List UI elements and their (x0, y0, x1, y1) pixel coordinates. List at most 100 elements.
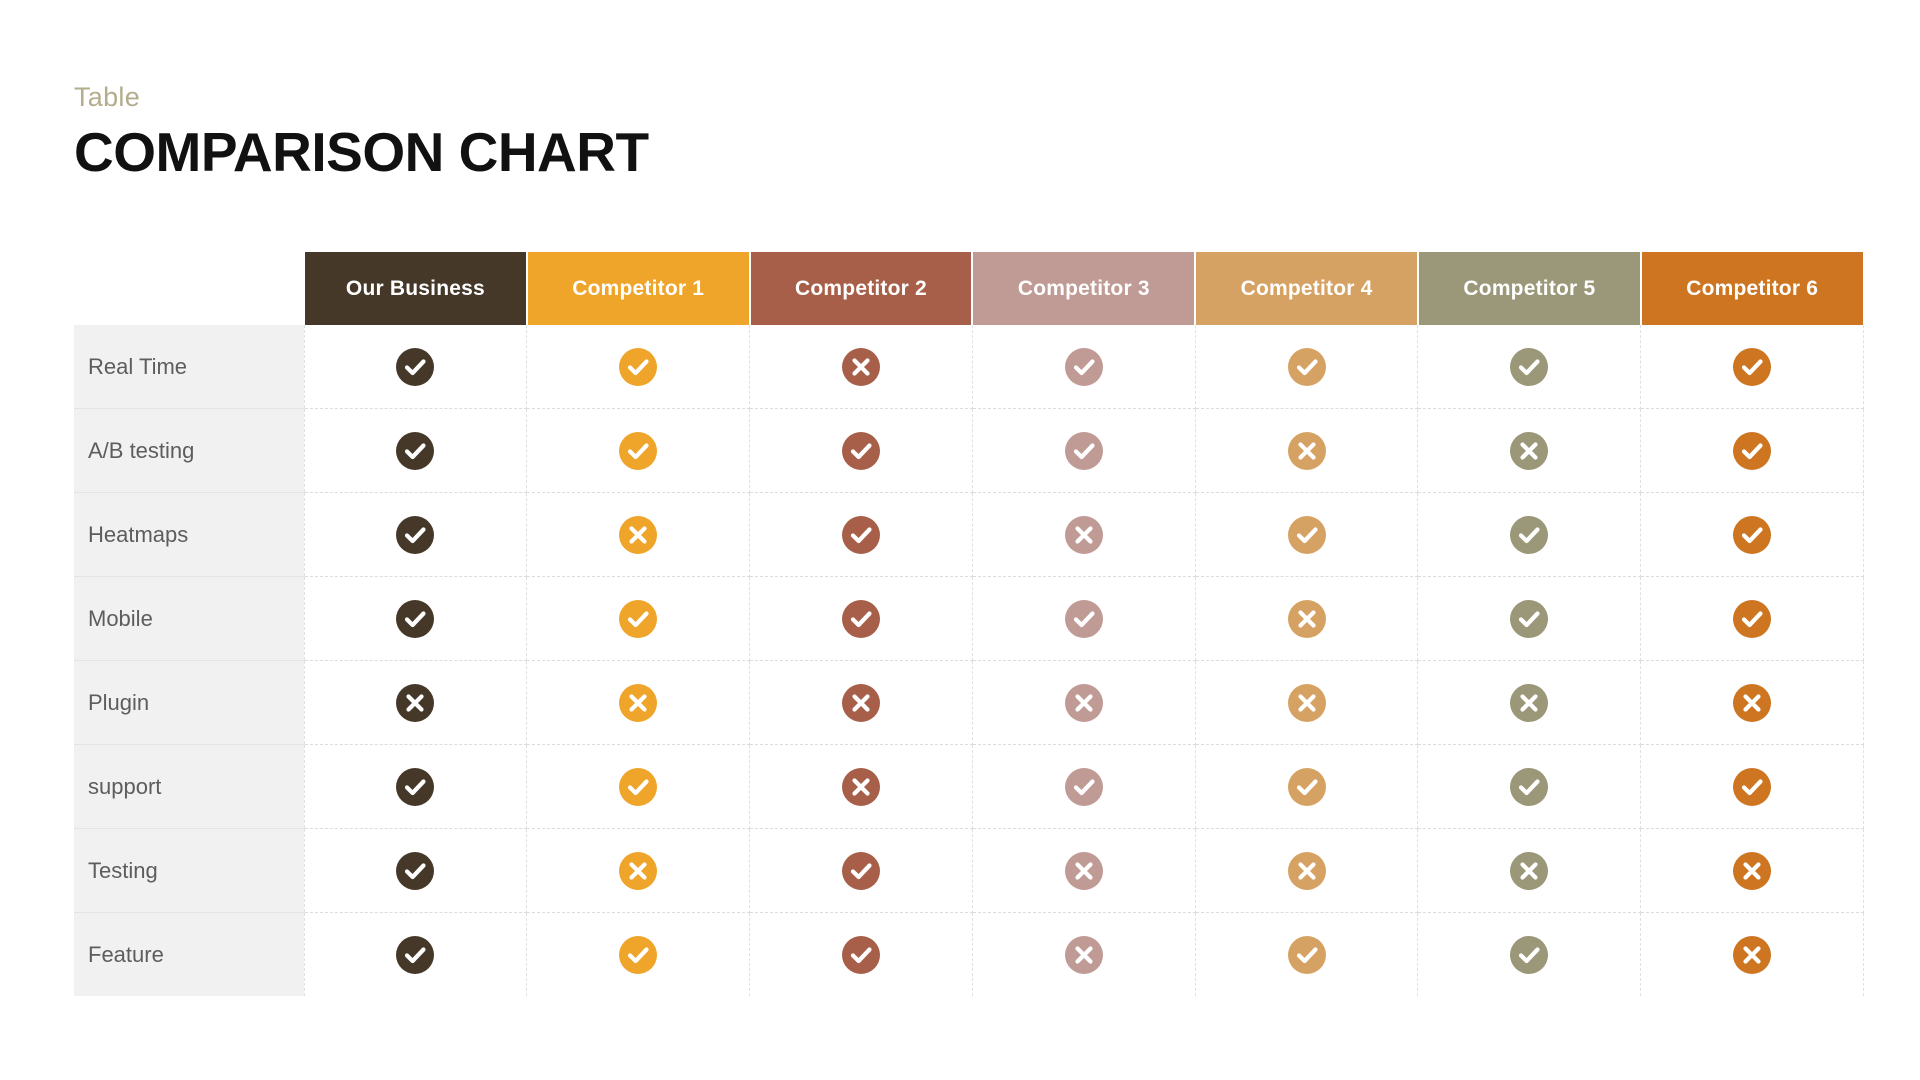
cross-icon (842, 684, 880, 722)
check-icon (1510, 348, 1548, 386)
row-label: Feature (74, 913, 304, 997)
table-cell (527, 745, 750, 829)
table-cell (972, 577, 1195, 661)
cross-icon (1065, 516, 1103, 554)
table-cell (304, 661, 527, 745)
table-cell (750, 577, 973, 661)
table-header: Our BusinessCompetitor 1Competitor 2Comp… (74, 252, 1864, 325)
table-row: Mobile (74, 577, 1864, 661)
table-cell (1641, 577, 1864, 661)
check-icon (396, 516, 434, 554)
table-cell (527, 913, 750, 997)
table-cell (304, 577, 527, 661)
table-cell (1195, 661, 1418, 745)
table-cell (750, 829, 973, 913)
row-label: Real Time (74, 325, 304, 409)
check-icon (1733, 348, 1771, 386)
table-row: support (74, 745, 1864, 829)
table-cell (972, 325, 1195, 409)
check-icon (1510, 768, 1548, 806)
check-icon (1733, 432, 1771, 470)
table-cell (1195, 745, 1418, 829)
check-icon (1288, 768, 1326, 806)
row-label: A/B testing (74, 409, 304, 493)
check-icon (619, 768, 657, 806)
check-icon (842, 516, 880, 554)
check-icon (1733, 516, 1771, 554)
table-cell (527, 325, 750, 409)
column-header-competitor-2: Competitor 2 (750, 252, 973, 325)
table-row: Feature (74, 913, 1864, 997)
check-icon (842, 600, 880, 638)
table-cell (1418, 745, 1641, 829)
column-header-our-business: Our Business (304, 252, 527, 325)
table-cell (304, 829, 527, 913)
check-icon (396, 936, 434, 974)
table-cell (1195, 325, 1418, 409)
check-icon (1733, 768, 1771, 806)
table-cell (750, 493, 973, 577)
cross-icon (396, 684, 434, 722)
row-label: support (74, 745, 304, 829)
table-cell (1195, 409, 1418, 493)
column-header-competitor-1: Competitor 1 (527, 252, 750, 325)
table-cell (304, 493, 527, 577)
table-cell (527, 577, 750, 661)
table-row: Testing (74, 829, 1864, 913)
check-icon (842, 852, 880, 890)
table-row: Real Time (74, 325, 1864, 409)
page-title: COMPARISON CHART (74, 125, 649, 180)
check-icon (842, 432, 880, 470)
cross-icon (1733, 852, 1771, 890)
table-cell (972, 493, 1195, 577)
check-icon (842, 936, 880, 974)
table-cell (304, 913, 527, 997)
table-cell (972, 913, 1195, 997)
table-cell (750, 325, 973, 409)
check-icon (619, 936, 657, 974)
table-cell (1418, 325, 1641, 409)
row-label: Heatmaps (74, 493, 304, 577)
check-icon (1510, 600, 1548, 638)
comparison-table-wrapper: Our BusinessCompetitor 1Competitor 2Comp… (74, 252, 1864, 996)
table-cell (750, 913, 973, 997)
cross-icon (1510, 684, 1548, 722)
table-cell (527, 493, 750, 577)
table-cell (1418, 913, 1641, 997)
cross-icon (1733, 936, 1771, 974)
check-icon (1065, 600, 1103, 638)
cross-icon (1288, 600, 1326, 638)
column-header-competitor-6: Competitor 6 (1641, 252, 1864, 325)
comparison-table: Our BusinessCompetitor 1Competitor 2Comp… (74, 252, 1865, 996)
table-cell (527, 661, 750, 745)
table-cell (1641, 745, 1864, 829)
cross-icon (1065, 936, 1103, 974)
check-icon (1288, 936, 1326, 974)
table-cell (527, 829, 750, 913)
table-cell (972, 829, 1195, 913)
table-cell (1418, 661, 1641, 745)
table-cell (304, 745, 527, 829)
table-cell (1195, 577, 1418, 661)
row-label: Testing (74, 829, 304, 913)
table-cell (1641, 661, 1864, 745)
check-icon (396, 852, 434, 890)
cross-icon (1065, 684, 1103, 722)
table-cell (1418, 577, 1641, 661)
cross-icon (619, 516, 657, 554)
cross-icon (1288, 432, 1326, 470)
column-header-competitor-5: Competitor 5 (1418, 252, 1641, 325)
cross-icon (619, 852, 657, 890)
column-header-competitor-3: Competitor 3 (972, 252, 1195, 325)
table-cell (1641, 409, 1864, 493)
table-cell (1195, 829, 1418, 913)
cross-icon (1065, 852, 1103, 890)
table-cell (750, 745, 973, 829)
table-cell (1641, 493, 1864, 577)
cross-icon (1510, 852, 1548, 890)
table-cell (972, 745, 1195, 829)
table-cell (1641, 829, 1864, 913)
table-cell (1195, 493, 1418, 577)
cross-icon (842, 768, 880, 806)
check-icon (1065, 432, 1103, 470)
